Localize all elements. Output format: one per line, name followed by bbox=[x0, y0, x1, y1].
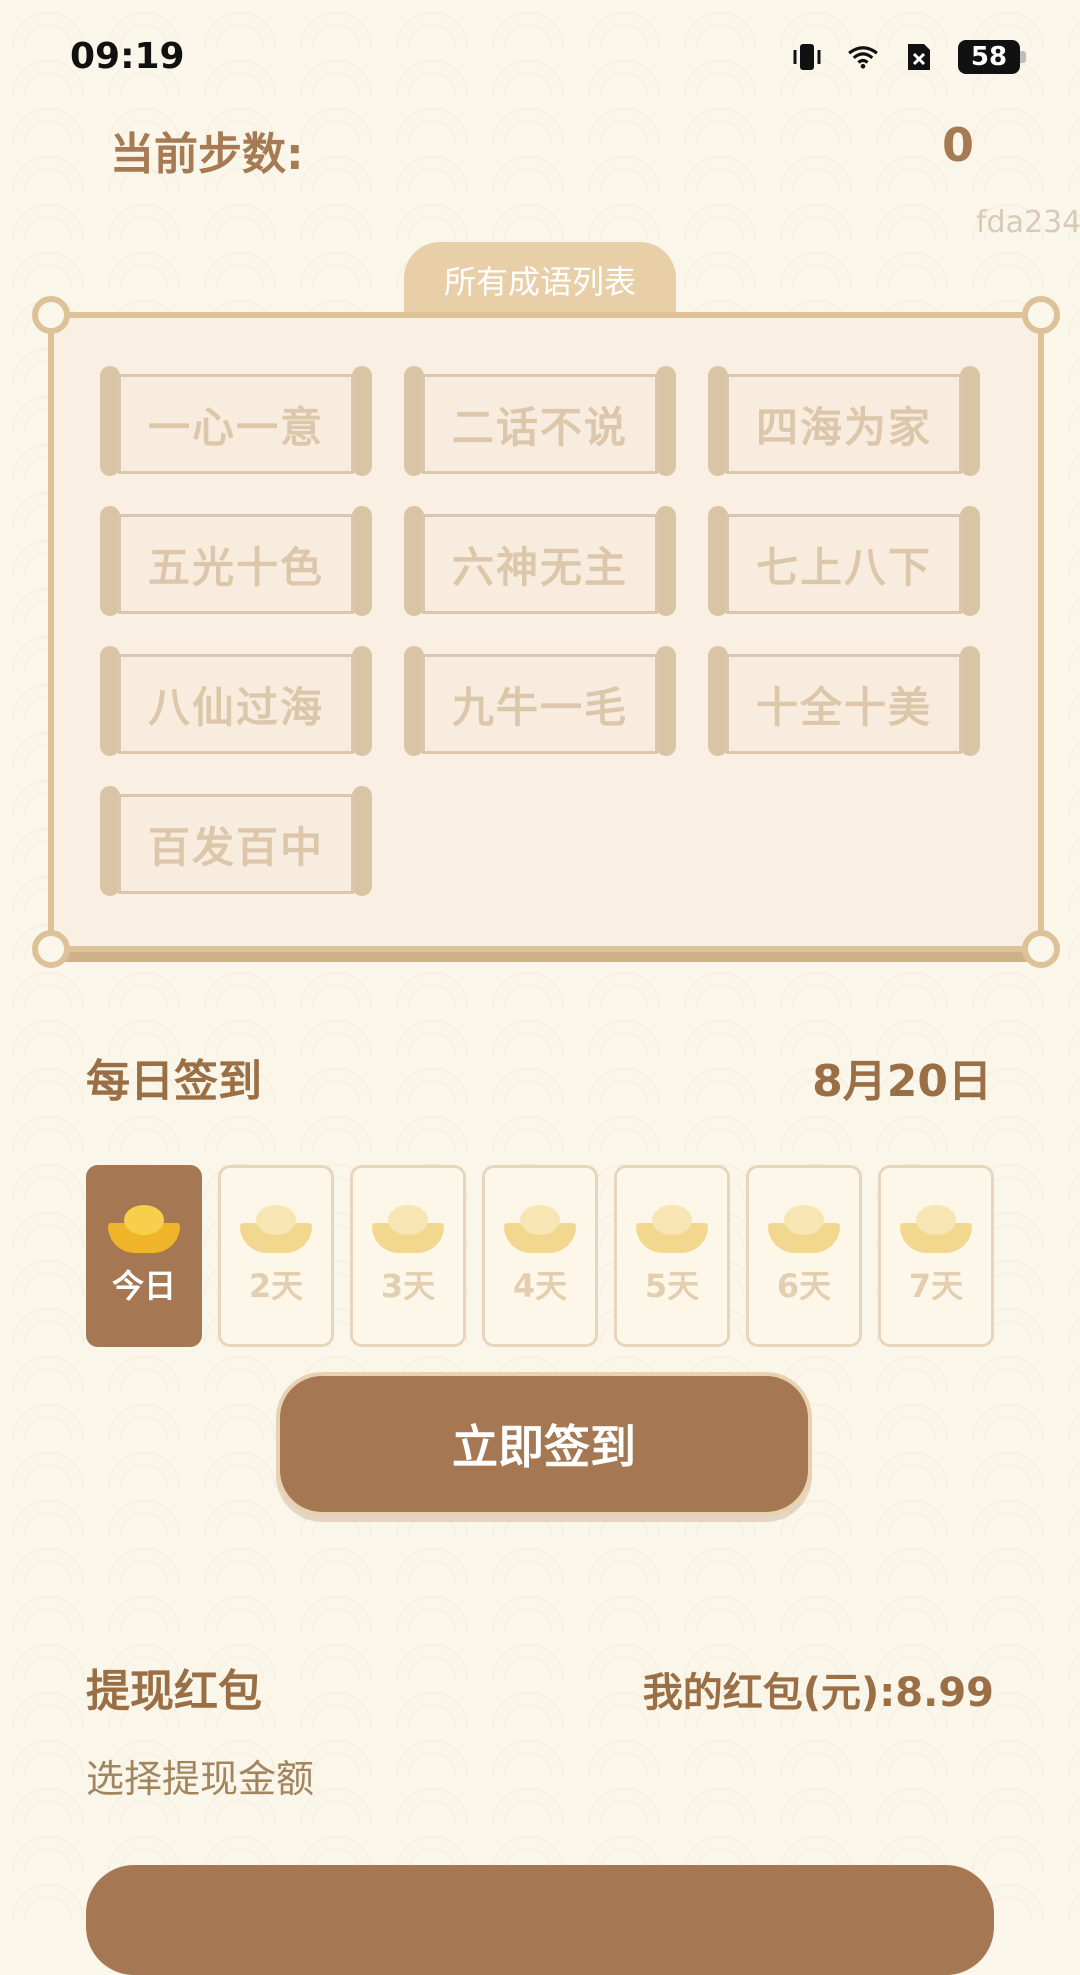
panel-corner bbox=[1022, 930, 1060, 968]
withdraw-title: 提现红包 bbox=[86, 1666, 262, 1717]
panel-corner bbox=[1022, 296, 1060, 334]
day-label: 6天 bbox=[776, 1267, 832, 1305]
gold-ingot-icon bbox=[900, 1205, 972, 1253]
checkin-day-card[interactable]: 3天 bbox=[350, 1165, 466, 1347]
idiom-scroll[interactable]: 五光十色 bbox=[100, 506, 372, 616]
checkin-date: 8月20日 bbox=[812, 1056, 992, 1107]
gold-ingot-icon bbox=[636, 1205, 708, 1253]
idiom-scroll[interactable]: 四海为家 bbox=[708, 366, 980, 476]
gold-ingot-icon bbox=[768, 1205, 840, 1253]
day-label: 5天 bbox=[644, 1267, 700, 1305]
idiom-text: 五光十色 bbox=[118, 514, 354, 614]
idiom-scroll[interactable]: 八仙过海 bbox=[100, 646, 372, 756]
checkin-day-card[interactable]: 5天 bbox=[614, 1165, 730, 1347]
checkin-now-button[interactable]: 立即签到 bbox=[276, 1372, 812, 1516]
status-icons: 58 bbox=[790, 40, 1026, 74]
day-label: 今日 bbox=[111, 1267, 176, 1305]
battery-icon: 58 bbox=[958, 40, 1026, 74]
idiom-scroll[interactable]: 二话不说 bbox=[404, 366, 676, 476]
steps-value: 0 bbox=[942, 118, 975, 172]
idiom-scroll[interactable]: 九牛一毛 bbox=[404, 646, 676, 756]
checkin-day-card[interactable]: 6天 bbox=[746, 1165, 862, 1347]
idiom-text: 百发百中 bbox=[118, 794, 354, 894]
checkin-day-card[interactable]: 2天 bbox=[218, 1165, 334, 1347]
gold-ingot-icon bbox=[372, 1205, 444, 1253]
idiom-scroll[interactable]: 百发百中 bbox=[100, 786, 372, 896]
watermark-text: fda234 bbox=[976, 205, 1080, 240]
idiom-text: 七上八下 bbox=[726, 514, 962, 614]
checkin-day-card[interactable]: 4天 bbox=[482, 1165, 598, 1347]
checkin-day-card-today[interactable]: 今日 bbox=[86, 1165, 202, 1347]
panel-corner bbox=[32, 930, 70, 968]
gold-ingot-icon bbox=[108, 1205, 180, 1253]
idiom-scroll[interactable]: 一心一意 bbox=[100, 366, 372, 476]
no-sim-icon bbox=[902, 40, 936, 74]
checkin-title: 每日签到 bbox=[86, 1056, 262, 1107]
gold-ingot-icon bbox=[240, 1205, 312, 1253]
day-label: 3天 bbox=[380, 1267, 436, 1305]
idiom-text: 六神无主 bbox=[422, 514, 658, 614]
steps-label: 当前步数: bbox=[110, 129, 304, 180]
idiom-scroll[interactable]: 十全十美 bbox=[708, 646, 980, 756]
day-label: 4天 bbox=[512, 1267, 568, 1305]
idiom-text: 十全十美 bbox=[726, 654, 962, 754]
idiom-panel: 一心一意 二话不说 四海为家 五光十色 六神无主 七上八下 八仙过海 九牛一毛 … bbox=[32, 296, 1060, 968]
status-time: 09:19 bbox=[70, 36, 185, 77]
my-redpacket-balance: 我的红包(元):8.99 bbox=[642, 1670, 994, 1716]
idiom-panel-title: 所有成语列表 bbox=[404, 242, 676, 318]
choose-amount-label: 选择提现金额 bbox=[86, 1757, 315, 1801]
idiom-text: 九牛一毛 bbox=[422, 654, 658, 754]
wifi-icon bbox=[846, 40, 880, 74]
panel-corner bbox=[32, 296, 70, 334]
idiom-text: 一心一意 bbox=[118, 374, 354, 474]
withdraw-button[interactable] bbox=[86, 1865, 994, 1975]
status-bar: 09:19 58 bbox=[0, 0, 1080, 120]
idiom-text: 二话不说 bbox=[422, 374, 658, 474]
idiom-text: 四海为家 bbox=[726, 374, 962, 474]
day-label: 7天 bbox=[908, 1267, 964, 1305]
idiom-text: 八仙过海 bbox=[118, 654, 354, 754]
day-label: 2天 bbox=[248, 1267, 304, 1305]
gold-ingot-icon bbox=[504, 1205, 576, 1253]
checkin-day-card[interactable]: 7天 bbox=[878, 1165, 994, 1347]
idiom-scroll[interactable]: 六神无主 bbox=[404, 506, 676, 616]
vibrate-icon bbox=[790, 40, 824, 74]
idiom-scroll[interactable]: 七上八下 bbox=[708, 506, 980, 616]
